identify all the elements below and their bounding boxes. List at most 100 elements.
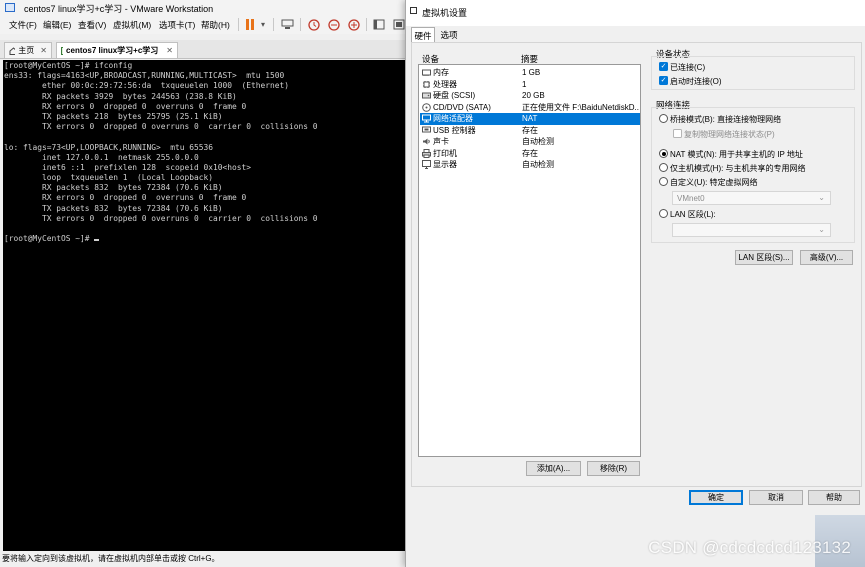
send-ctrl-alt-del-icon[interactable] [280,17,295,32]
library-icon[interactable] [372,17,386,32]
tab-options[interactable]: 选项 [437,27,461,42]
terminal-cursor [94,239,100,242]
snapshot-manager-icon[interactable] [347,17,361,32]
cpu-icon [422,80,431,89]
nat-radio[interactable] [659,149,668,158]
menu-view[interactable]: 查看(V) [78,19,106,31]
home-icon [9,46,16,55]
advanced-button[interactable]: 高级(V)... [800,250,853,265]
device-name: USB 控制器 [433,125,476,135]
device-row-sound[interactable]: 声卡 自动检测 [420,136,640,148]
connect-at-power-on-checkbox[interactable]: ✓ [659,76,668,85]
device-row-harddisk[interactable]: 硬盘 (SCSI) 20 GB [420,90,640,102]
toolbar-separator [238,18,239,31]
vmware-title-bar: centos7 linux学习+c学习 - VMware Workstation [0,0,410,16]
device-row-network[interactable]: 网络适配器 NAT [420,113,640,125]
device-name: 硬盘 (SCSI) [433,91,476,101]
menu-help[interactable]: 帮助(H) [201,19,230,31]
close-icon[interactable]: ✕ [40,46,47,55]
nat-label[interactable]: NAT 模式(N): 用于共享主机的 IP 地址 [670,149,803,160]
terminal-line: TX packets 832 bytes 72384 (70.6 KiB) [4,203,223,213]
tab-hardware[interactable]: 硬件 [411,27,435,43]
device-row-printer[interactable]: 打印机 存在 [420,148,640,160]
terminal-line: TX packets 218 bytes 25795 (25.1 KiB) [4,111,223,121]
terminal-line: ether 00:0c:29:72:56:da txqueuelen 1000 … [4,81,290,91]
terminal-line: loop txqueuelen 1 (Local Loopback) [4,173,214,183]
custom-network-label[interactable]: 自定义(U): 特定虚拟网络 [670,177,758,188]
toolbar-separator [300,18,301,31]
pause-dropdown-chevron-icon[interactable]: ▾ [258,17,268,32]
custom-network-radio[interactable] [659,177,668,186]
display-icon [422,160,431,170]
pause-icon[interactable] [244,17,256,32]
csdn-watermark: CSDN @cdcdcdcd123132 [648,538,851,557]
revert-snapshot-icon[interactable] [327,17,341,32]
device-summary: 正在使用文件 F:\BaiduNetdiskD... [522,102,639,112]
terminal-prompt: [root@MyCentOS ~]# [4,234,95,244]
device-summary: 20 GB [522,91,545,101]
connect-at-power-on-label[interactable]: 启动时连接(O) [670,76,722,87]
terminal-line: [root@MyCentOS ~]# ifconfig [4,61,133,70]
device-name: 网络适配器 [433,114,473,124]
device-name: 内存 [433,68,449,78]
custom-vmnet-select[interactable]: VMnet0 ⌄ [672,191,831,205]
lan-segment-label[interactable]: LAN 区段(L): [670,209,716,220]
close-icon[interactable]: ✕ [166,46,173,55]
device-summary: 自动检测 [522,137,554,147]
terminal-line: inet6 ::1 prefixlen 128 scopeid 0x10<hos… [4,162,252,172]
vm-status-bar: 要将输入定向到该虚拟机，请在虚拟机内部单击或按 Ctrl+G。 [0,551,410,567]
connected-checkbox[interactable]: ✓ [659,62,668,71]
bridged-radio[interactable] [659,114,668,123]
device-summary: 1 [522,79,527,89]
terminal-line: RX errors 0 dropped 0 overruns 0 frame 0 [4,101,247,111]
replicate-state-checkbox[interactable] [673,129,682,138]
lan-segment-radio[interactable] [659,209,668,218]
device-row-usb[interactable]: USB 控制器 存在 [420,125,640,137]
fullscreen-icon[interactable] [392,17,406,32]
cancel-button[interactable]: 取消 [749,490,803,505]
lan-segment-select[interactable]: ⌄ [672,223,831,237]
device-name: 打印机 [433,148,457,158]
menu-file[interactable]: 文件(F) [9,19,37,31]
host-only-label[interactable]: 仅主机模式(H): 与主机共享的专用网络 [670,163,806,174]
bridged-label[interactable]: 桥接模式(B): 直接连接物理网络 [670,114,781,125]
terminal-line: TX errors 0 dropped 0 overruns 0 carrier… [4,213,318,223]
device-row-memory[interactable]: 内存 1 GB [420,67,640,79]
cdrom-icon [422,102,431,112]
device-summary: 存在 [522,125,538,135]
device-name: 显示器 [433,160,457,170]
snapshot-icon[interactable] [307,17,321,32]
device-name: CD/DVD (SATA) [433,102,491,112]
menu-vm[interactable]: 虚拟机(M) [113,19,151,31]
vm-console-terminal[interactable]: [root@MyCentOS ~]# ifconfig ens33: flags… [3,60,405,551]
terminal-prompt-line: [root@MyCentOS ~]# [4,234,405,244]
host-only-radio[interactable] [659,163,668,172]
lan-segments-button[interactable]: LAN 区段(S)... [735,250,793,265]
help-button[interactable]: 帮助 [808,490,860,505]
connected-label[interactable]: 已连接(C) [670,62,705,73]
device-list: 内存 1 GB 处理器 1 硬盘 (SCSI) 20 GB CD/DVD (SA… [418,64,641,457]
printer-icon [422,148,431,158]
ok-button[interactable]: 确定 [689,490,743,505]
terminal-line: ens33: flags=4163<UP,BROADCAST,RUNNING,M… [4,71,285,81]
add-device-button[interactable]: 添加(A)... [526,461,581,476]
device-row-cdrom[interactable]: CD/DVD (SATA) 正在使用文件 F:\BaiduNetdiskD... [420,102,640,114]
tab-label: 主页 [18,46,35,55]
device-summary: NAT [522,114,538,124]
vm-tab-bar: 主页 ✕ centos7 linux学习+c学习 ✕ [0,40,410,59]
tab-vm[interactable]: centos7 linux学习+c学习 ✕ [56,42,178,58]
dialog-title: 虚拟机设置 [422,8,468,18]
menu-tabs[interactable]: 选项卡(T) [159,19,195,31]
device-summary: 自动检测 [522,160,554,170]
device-row-cpu[interactable]: 处理器 1 [420,79,640,91]
remove-device-button[interactable]: 移除(R) [587,461,640,476]
dialog-title-bar: 虚拟机设置 [406,0,865,26]
device-summary: 存在 [522,148,538,158]
vmware-app-icon [5,3,15,12]
chevron-down-icon: ⌄ [818,193,825,202]
device-row-display[interactable]: 显示器 自动检测 [420,159,640,171]
menu-edit[interactable]: 编辑(E) [43,19,71,31]
tab-home[interactable]: 主页 ✕ [4,42,52,58]
replicate-state-label[interactable]: 复制物理网络连接状态(P) [684,129,775,140]
